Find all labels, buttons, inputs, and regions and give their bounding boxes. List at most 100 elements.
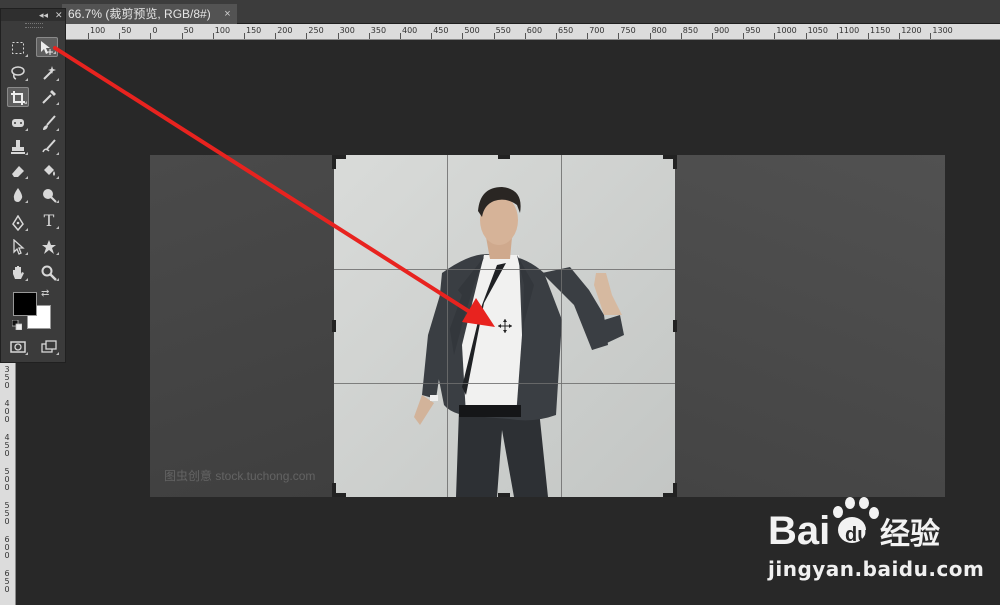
- lasso-icon: [11, 66, 25, 80]
- close-panel-icon[interactable]: ✕: [55, 9, 63, 21]
- ruler-label: 1000: [776, 26, 797, 35]
- ruler-label: 250: [308, 26, 324, 35]
- spot-healing-tool[interactable]: [7, 113, 29, 133]
- crop-handle-middle-right[interactable]: [673, 320, 677, 332]
- eraser-tool[interactable]: [7, 161, 29, 181]
- ruler-tick: [649, 33, 651, 39]
- drop-icon: [13, 188, 23, 202]
- crop-handle-bottom-right-h[interactable]: [663, 493, 677, 497]
- ruler-label: 550: [4, 501, 10, 526]
- bucket-icon: [44, 165, 55, 176]
- custom-shape-tool[interactable]: [38, 237, 60, 257]
- ruler-label: 450: [4, 433, 10, 458]
- clone-stamp-tool[interactable]: [7, 137, 29, 157]
- ruler-label: 400: [402, 26, 418, 35]
- ruler-label: 400: [4, 399, 10, 424]
- ruler-tick: [556, 33, 557, 39]
- foreground-color-swatch[interactable]: [13, 292, 37, 316]
- hand-icon: [13, 266, 24, 279]
- document-canvas[interactable]: 图虫创意 stock.tuchong.com: [150, 155, 945, 497]
- crop-grid-v2: [561, 155, 562, 497]
- ruler-tick: [712, 33, 713, 39]
- ruler-label: 1200: [901, 26, 922, 35]
- crop-grid-h1: [334, 269, 675, 270]
- move-tool[interactable]: [36, 37, 58, 57]
- ruler-label: 450: [433, 26, 449, 35]
- crop-shield-left: 图虫创意 stock.tuchong.com: [150, 155, 334, 497]
- zoom-tool[interactable]: [38, 263, 60, 283]
- ruler-tick: [181, 33, 183, 39]
- ruler-tick: [88, 33, 89, 39]
- watermark: 图虫创意 stock.tuchong.com: [164, 469, 316, 483]
- quick-mask-icon: [10, 341, 26, 353]
- ruler-tick: [868, 33, 869, 39]
- healing-icon: [12, 119, 24, 127]
- history-brush-tool[interactable]: [38, 137, 60, 157]
- rectangular-marquee-tool[interactable]: [7, 39, 29, 59]
- document-tab-title: 66.7% (裁剪预览, RGB/8#): [68, 7, 211, 21]
- crop-grid-h2: [334, 383, 675, 384]
- paint-bucket-tool[interactable]: [38, 161, 60, 181]
- ruler-tick: [306, 33, 308, 39]
- default-colors-icon[interactable]: [12, 320, 22, 330]
- ruler-label: 50: [121, 26, 132, 35]
- ruler-label: 850: [682, 26, 699, 35]
- dodge-tool[interactable]: [38, 185, 60, 205]
- document-tab[interactable]: 66.7% (裁剪预览, RGB/8#) ×: [62, 4, 237, 24]
- tools-panel-header[interactable]: ◂◂ ✕: [1, 9, 65, 21]
- ruler-label: 350: [4, 365, 10, 390]
- path-selection-tool[interactable]: [7, 237, 29, 257]
- ruler-tick: [150, 33, 152, 39]
- brush-tool[interactable]: [38, 113, 60, 133]
- blur-tool[interactable]: [7, 185, 29, 205]
- collapse-panel-icon[interactable]: ◂◂: [39, 9, 48, 21]
- ruler-tick: [618, 33, 620, 39]
- ruler-tick: [119, 33, 121, 39]
- ruler-tick: [431, 33, 433, 39]
- crop-grid-v1: [447, 155, 448, 497]
- panel-grip[interactable]: [25, 23, 43, 28]
- baidu-url: jingyan.baidu.com: [768, 557, 985, 581]
- magic-wand-tool[interactable]: [38, 63, 60, 83]
- crop-handle-top-right-v[interactable]: [673, 155, 677, 169]
- dodge-icon: [43, 189, 57, 203]
- hand-tool[interactable]: [7, 263, 29, 283]
- close-tab-icon[interactable]: ×: [224, 4, 230, 24]
- pen-icon: [12, 215, 24, 231]
- pen-tool[interactable]: [7, 213, 29, 233]
- crop-handle-top-left-v[interactable]: [332, 155, 336, 169]
- crop-handle-bottom-left-h[interactable]: [332, 493, 346, 497]
- crop-handle-middle-left[interactable]: [332, 320, 336, 332]
- path-select-icon: [13, 239, 25, 255]
- crop-icon: [11, 91, 25, 105]
- ruler-label: 500: [4, 467, 10, 492]
- lasso-tool[interactable]: [7, 63, 29, 83]
- ruler-tick: [743, 33, 745, 39]
- quick-mask-button[interactable]: [7, 337, 29, 357]
- ruler-tick: [462, 33, 464, 39]
- swap-colors-icon[interactable]: ⇄: [41, 288, 49, 299]
- brush-icon: [43, 115, 56, 130]
- baidu-jingyan-logo: Bai du 经验: [768, 497, 940, 553]
- ruler-tick: [680, 33, 682, 39]
- ruler-label: 500: [464, 26, 480, 35]
- ruler-label: 1100: [838, 26, 860, 35]
- ruler-label: 800: [651, 26, 667, 35]
- zoom-icon: [41, 265, 57, 281]
- crop-handle-top-center[interactable]: [498, 155, 510, 159]
- move-icon: [41, 41, 53, 55]
- eyedropper-tool[interactable]: [38, 87, 60, 107]
- type-tool[interactable]: T: [38, 211, 60, 231]
- crop-tool[interactable]: [7, 87, 29, 107]
- ruler-tick: [275, 33, 277, 39]
- ruler-label: 0: [152, 26, 158, 35]
- crop-handle-bottom-center[interactable]: [498, 493, 510, 497]
- ruler-label: 600: [4, 535, 10, 560]
- move-cursor-icon: [498, 319, 512, 333]
- screen-mode-icon: [41, 340, 57, 353]
- ruler-tick: [930, 33, 932, 39]
- screen-mode-button[interactable]: [38, 337, 60, 357]
- ruler-tick: [244, 33, 245, 39]
- ruler-tick: [587, 33, 589, 39]
- ruler-label: 100: [214, 26, 231, 35]
